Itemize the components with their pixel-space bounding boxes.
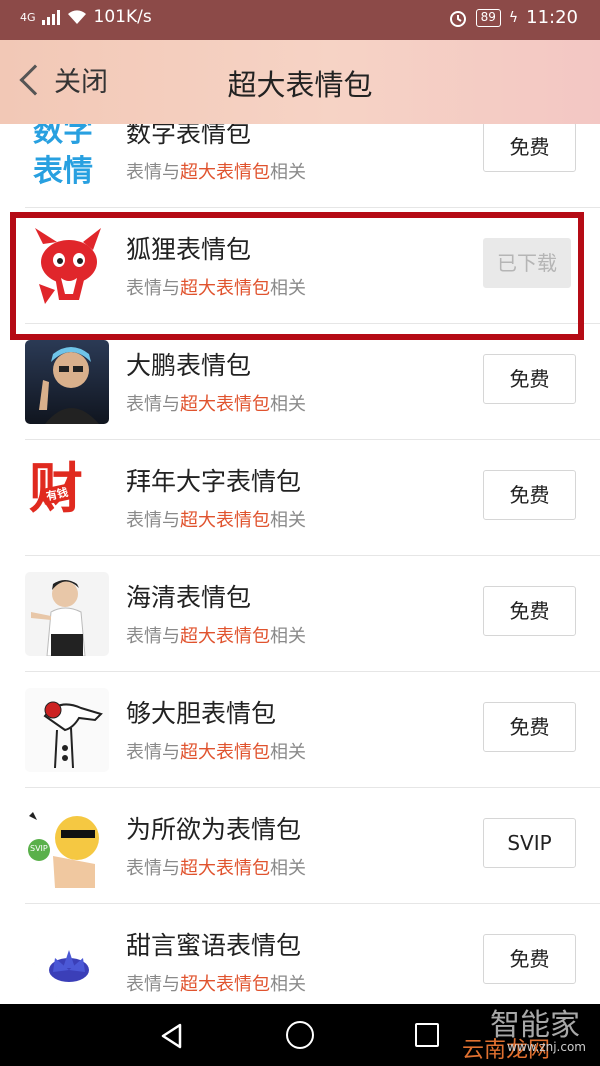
- pack-name: 拜年大字表情包: [126, 467, 302, 496]
- header-bar: 关闭 超大表情包: [0, 40, 600, 124]
- free-button[interactable]: 免费: [483, 124, 576, 172]
- dog-icon: [43, 701, 103, 769]
- downloaded-button[interactable]: 已下载: [483, 238, 571, 288]
- pack-thumbnail: SVIP: [25, 804, 109, 888]
- pack-thumbnail: [25, 572, 109, 656]
- pack-description: 表情与超大表情包相关: [126, 858, 306, 879]
- pack-thumbnail: [25, 340, 109, 424]
- list-item[interactable]: 够大胆表情包 表情与超大表情包相关 免费: [0, 672, 600, 788]
- pack-name: 大鹏表情包: [126, 351, 252, 380]
- pack-description: 表情与超大表情包相关: [126, 510, 306, 531]
- list-item[interactable]: 数字 表情 数字表情包 表情与超大表情包相关 免费: [0, 124, 600, 208]
- pack-name: 够大胆表情包: [126, 699, 277, 728]
- fox-thumbnail: [25, 224, 109, 308]
- battery-icon: 89: [475, 8, 501, 27]
- pack-thumbnail: [25, 688, 109, 772]
- wifi-icon: [67, 10, 86, 24]
- person-icon: [39, 347, 99, 424]
- pack-name: 为所欲为表情包: [126, 815, 302, 844]
- network-type: 4G: [20, 10, 36, 24]
- free-button[interactable]: 免费: [483, 702, 576, 752]
- fox-icon: [35, 228, 101, 304]
- pack-description: 表情与超大表情包相关: [126, 162, 306, 183]
- thumb-text: SVIP: [30, 844, 48, 853]
- pack-thumbnail: 数字 表情: [25, 124, 109, 192]
- sticker-pack-list[interactable]: 数字 表情 数字表情包 表情与超大表情包相关 免费 狐狸表情包 表情与超大表情包…: [0, 124, 600, 1004]
- pack-description: 表情与超大表情包相关: [126, 394, 306, 415]
- nav-home-icon[interactable]: [286, 1021, 314, 1049]
- status-bar: 4G 101K/s 89 ϟ 11:20: [0, 0, 600, 40]
- pack-thumbnail: 财 有钱: [25, 456, 109, 540]
- pack-name: 狐狸表情包: [126, 235, 252, 264]
- net-speed: 101K/s: [93, 7, 152, 27]
- list-item[interactable]: 甜言蜜语表情包 表情与超大表情包相关 免费: [0, 904, 600, 1004]
- list-item[interactable]: 财 有钱 拜年大字表情包 表情与超大表情包相关 免费: [0, 440, 600, 556]
- free-button[interactable]: 免费: [483, 470, 576, 520]
- free-button[interactable]: 免费: [483, 586, 576, 636]
- list-item[interactable]: 狐狸表情包 表情与超大表情包相关 已下载: [0, 208, 600, 324]
- pack-description: 表情与超大表情包相关: [126, 742, 306, 763]
- pack-name: 海清表情包: [126, 583, 252, 612]
- list-item[interactable]: SVIP 为所欲为表情包 表情与超大表情包相关 SVIP: [0, 788, 600, 904]
- pack-description: 表情与超大表情包相关: [126, 974, 306, 995]
- lotus-moon-icon: [33, 924, 95, 1002]
- svip-button[interactable]: SVIP: [483, 818, 576, 868]
- nav-back-icon[interactable]: [160, 1023, 184, 1049]
- pack-name: 甜言蜜语表情包: [126, 931, 302, 960]
- list-item[interactable]: 海清表情包 表情与超大表情包相关 免费: [0, 556, 600, 672]
- thumb-text: 表情: [33, 154, 93, 189]
- pack-description: 表情与超大表情包相关: [126, 626, 306, 647]
- charging-icon: ϟ: [508, 9, 519, 26]
- clock: 11:20: [526, 7, 578, 28]
- signal-icon: [41, 9, 60, 25]
- alarm-icon: [449, 10, 466, 27]
- free-button[interactable]: 免费: [483, 354, 576, 404]
- person-icon: [31, 580, 86, 656]
- list-item[interactable]: 大鹏表情包 表情与超大表情包相关 免费: [0, 324, 600, 440]
- watermark: 智能家 云南龙网 www.znj.com: [438, 996, 588, 1063]
- watermark-text: www.znj.com: [507, 1040, 586, 1054]
- pack-name: 数字表情包: [126, 124, 252, 148]
- free-button[interactable]: 免费: [483, 934, 576, 984]
- page-title: 超大表情包: [227, 68, 373, 102]
- pack-thumbnail: [25, 920, 109, 1004]
- nav-recents-icon[interactable]: [415, 1023, 439, 1047]
- pack-description: 表情与超大表情包相关: [126, 278, 306, 299]
